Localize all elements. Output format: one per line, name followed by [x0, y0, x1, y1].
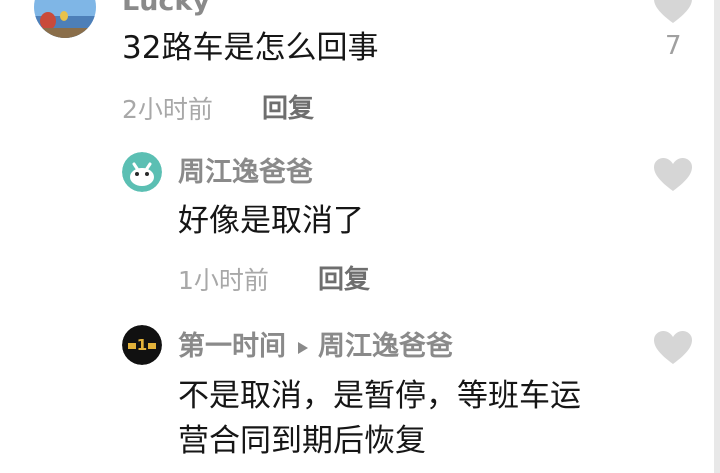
reply-username[interactable]: 周江逸爸爸	[178, 159, 313, 186]
like-button[interactable]	[654, 331, 692, 365]
avatar-diyishijian[interactable]: 1	[122, 325, 162, 365]
heart-icon	[654, 331, 692, 364]
reply-text-line-1: 不是取消，是暂停，等班车运	[178, 378, 581, 414]
channel-logo-icon: 1	[122, 325, 162, 365]
like-count: 7	[665, 31, 682, 61]
balloon-photo-icon	[34, 0, 96, 38]
comment-text: 32路车是怎么回事	[122, 30, 379, 66]
reply-author[interactable]: 第一时间	[178, 331, 286, 362]
heart-icon	[654, 0, 692, 23]
svg-text:1: 1	[137, 336, 147, 354]
comment-thread: Lucky 32路车是怎么回事 2小时前 回复 7 周江逸爸爸 好像是取消了 1…	[0, 0, 720, 473]
comment-username[interactable]: Lucky	[122, 0, 210, 15]
avatar-lucky[interactable]	[34, 0, 96, 38]
heart-icon	[654, 158, 692, 191]
reply-timestamp: 1小时前	[178, 266, 269, 295]
avatar-zhoujiangyi[interactable]	[122, 152, 162, 192]
reply-text-line-2: 营合同到期后恢复	[178, 423, 426, 459]
scrollbar-track[interactable]	[714, 0, 720, 473]
like-button[interactable]	[654, 0, 692, 24]
cartoon-avatar-icon	[122, 152, 162, 192]
triangle-right-icon	[298, 341, 308, 354]
reply-text: 好像是取消了	[178, 203, 364, 239]
comment-timestamp: 2小时前	[122, 95, 213, 124]
reply-target[interactable]: 周江逸爸爸	[318, 331, 453, 362]
reply-username: 第一时间 周江逸爸爸	[178, 333, 453, 360]
reply-button[interactable]: 回复	[318, 267, 370, 293]
reply-button[interactable]: 回复	[262, 96, 314, 122]
like-button[interactable]	[654, 158, 692, 192]
